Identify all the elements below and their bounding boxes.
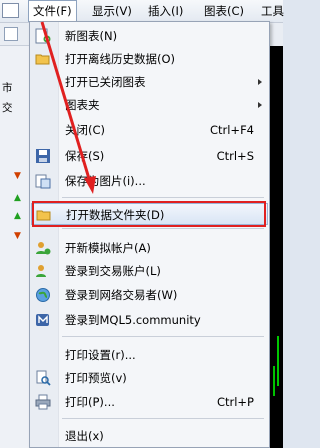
annotation-arrow-icon — [40, 21, 96, 194]
